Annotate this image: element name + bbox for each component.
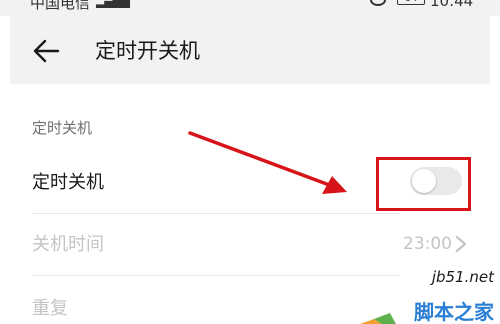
screen: 中国电信 ▂▄▆█ 64 10:44 定时开关机 定时关机 定时关机 关机时间 …: [0, 0, 500, 324]
watermark-name: 脚本之家: [414, 300, 494, 324]
red-highlight-box: [376, 157, 471, 211]
watermark-site: jb51.net: [431, 268, 494, 286]
watermark: jb51.net 脚本之家: [360, 268, 500, 324]
